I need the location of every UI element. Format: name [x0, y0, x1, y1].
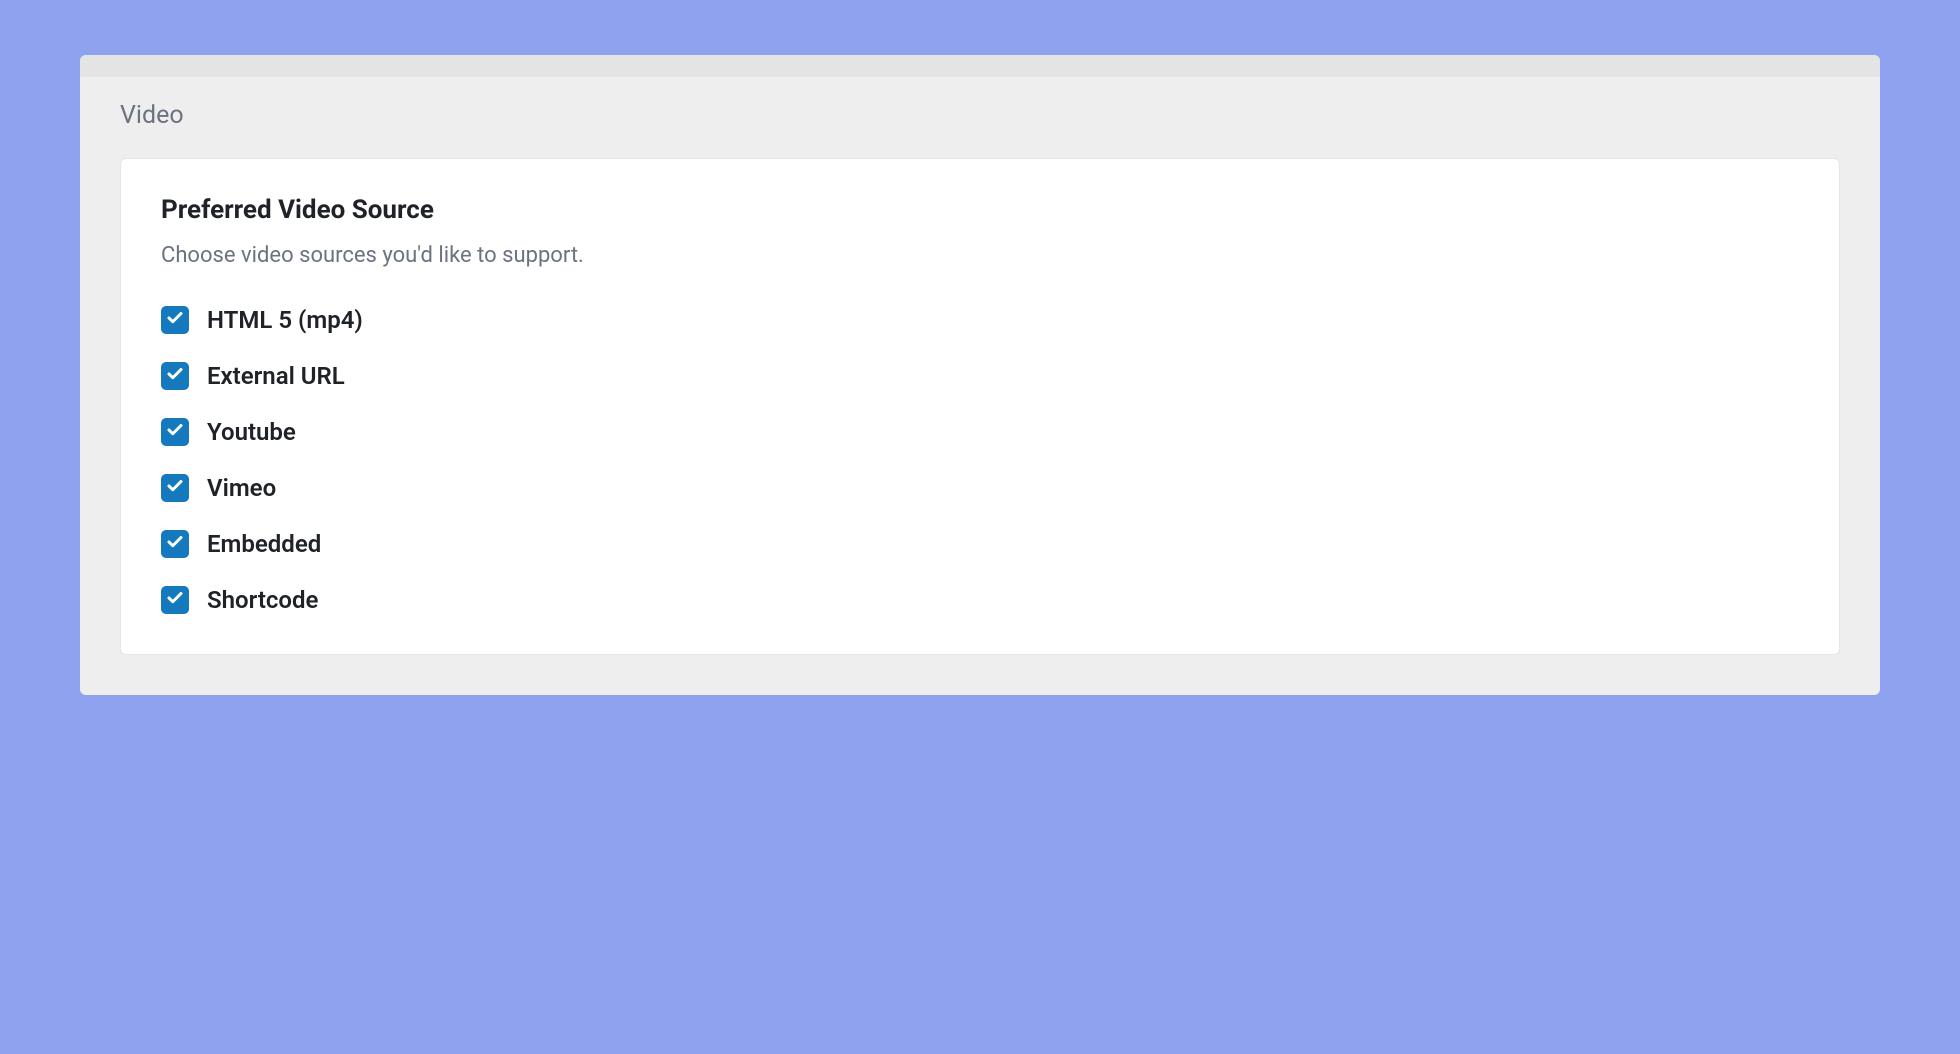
panel-header-bar [80, 55, 1880, 77]
preferred-video-source-card: Preferred Video Source Choose video sour… [120, 158, 1840, 655]
video-settings-panel: Video Preferred Video Source Choose vide… [80, 55, 1880, 695]
checkbox-external-url[interactable] [161, 362, 189, 390]
option-row-html5: HTML 5 (mp4) [161, 306, 1799, 334]
checkbox-label-external-url[interactable]: External URL [207, 362, 345, 390]
option-row-external-url: External URL [161, 362, 1799, 390]
checkbox-embedded[interactable] [161, 530, 189, 558]
card-description: Choose video sources you'd like to suppo… [161, 243, 1799, 268]
checkbox-shortcode[interactable] [161, 586, 189, 614]
checkbox-label-embedded[interactable]: Embedded [207, 530, 321, 558]
check-icon [166, 309, 184, 331]
check-icon [166, 533, 184, 555]
checkbox-label-youtube[interactable]: Youtube [207, 418, 296, 446]
option-row-youtube: Youtube [161, 418, 1799, 446]
section-title: Video [120, 101, 1840, 130]
checkbox-youtube[interactable] [161, 418, 189, 446]
option-row-shortcode: Shortcode [161, 586, 1799, 614]
option-row-vimeo: Vimeo [161, 474, 1799, 502]
check-icon [166, 421, 184, 443]
check-icon [166, 589, 184, 611]
card-title: Preferred Video Source [161, 195, 1799, 225]
checkbox-html5[interactable] [161, 306, 189, 334]
checkbox-label-vimeo[interactable]: Vimeo [207, 474, 276, 502]
panel-content: Video Preferred Video Source Choose vide… [80, 77, 1880, 695]
check-icon [166, 477, 184, 499]
check-icon [166, 365, 184, 387]
checkbox-label-html5[interactable]: HTML 5 (mp4) [207, 306, 363, 334]
checkbox-label-shortcode[interactable]: Shortcode [207, 586, 318, 614]
option-row-embedded: Embedded [161, 530, 1799, 558]
video-source-options-list: HTML 5 (mp4) External URL [161, 306, 1799, 614]
checkbox-vimeo[interactable] [161, 474, 189, 502]
